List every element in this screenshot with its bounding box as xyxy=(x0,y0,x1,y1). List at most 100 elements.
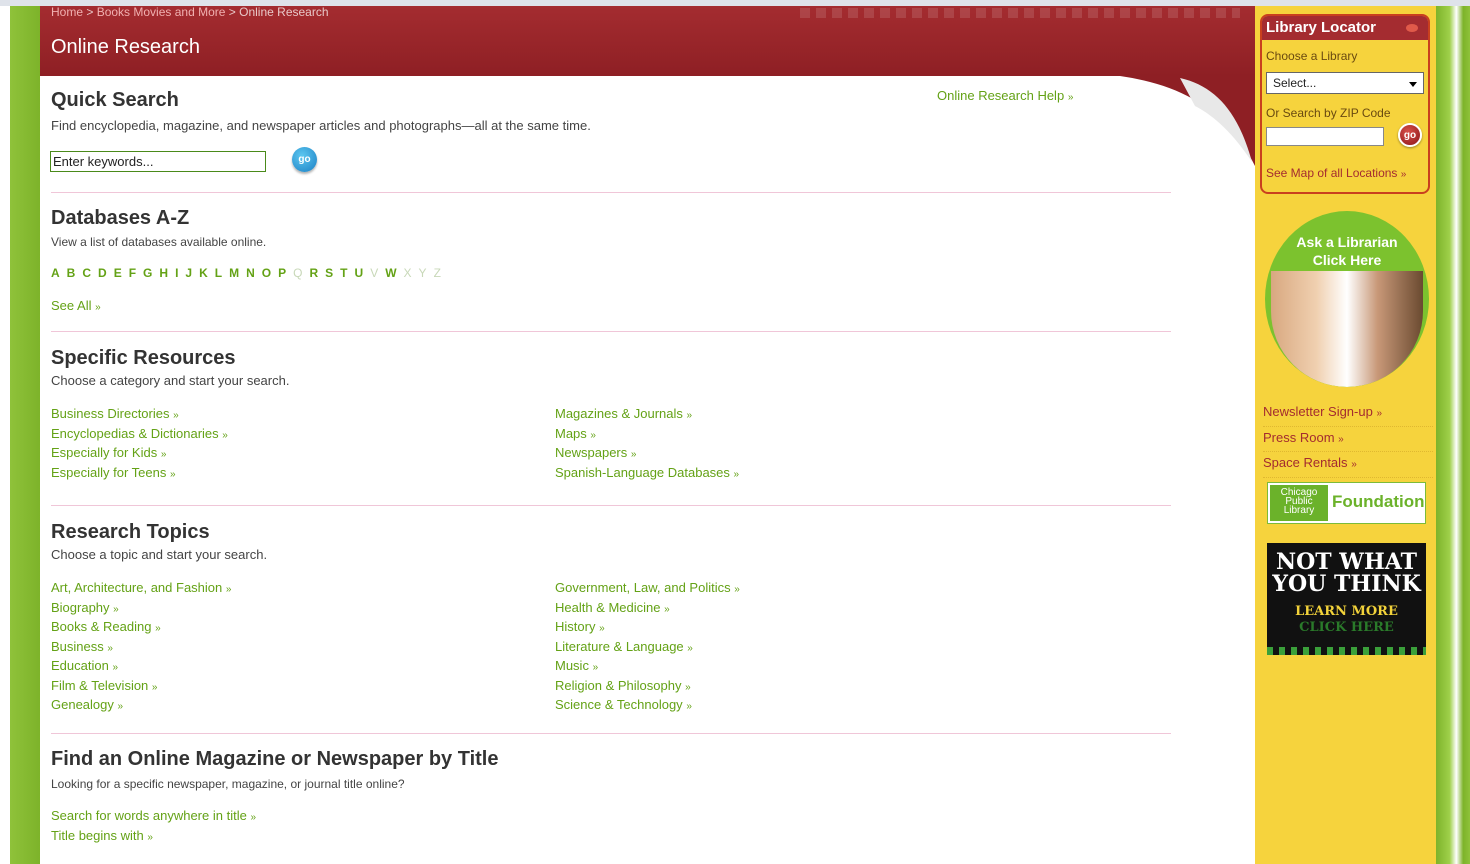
specific-resource-link-3[interactable]: Especially for Teens » xyxy=(51,464,228,484)
find-by-title-title: Find an Online Magazine or Newspaper by … xyxy=(51,748,499,770)
specific-resource-link-0[interactable]: Business Directories » xyxy=(51,405,228,425)
letter-k-link[interactable]: K xyxy=(199,266,208,280)
letter-w-link[interactable]: W xyxy=(385,266,396,280)
library-select-value: Select... xyxy=(1273,76,1317,90)
letter-b-link[interactable]: B xyxy=(67,266,76,280)
databases-description: View a list of databases available onlin… xyxy=(51,235,267,249)
specific-resources-left-list: Business Directories » Encyclopedias & Di… xyxy=(51,405,228,483)
research-topic-link-1[interactable]: Biography » xyxy=(51,599,231,619)
header-pattern xyxy=(800,8,1240,18)
library-select[interactable]: Select... xyxy=(1266,72,1424,94)
zip-code-label: Or Search by ZIP Code xyxy=(1266,106,1391,120)
specific-resource-link-2[interactable]: Especially for Kids » xyxy=(51,444,228,464)
letter-m-link[interactable]: M xyxy=(229,266,239,280)
chevron-down-icon xyxy=(1409,82,1417,87)
section-divider xyxy=(51,733,1171,734)
research-topic-link-0[interactable]: Art, Architecture, and Fashion » xyxy=(51,579,231,599)
sidebar-link-2[interactable]: Space Rentals » xyxy=(1263,452,1433,478)
not-what-you-think-banner[interactable]: NOT WHAT YOU THINK LEARN MORE CLICK HERE xyxy=(1267,543,1426,655)
find-by-title-description: Looking for a specific newspaper, magazi… xyxy=(51,777,405,791)
letter-v-link: V xyxy=(370,266,379,280)
research-topic-link-right-5[interactable]: Religion & Philosophy » xyxy=(555,677,740,697)
ask-a-librarian-text: Ask a Librarian Click Here xyxy=(1265,233,1429,269)
chicago-public-library-logo: Chicago Public Library xyxy=(1270,485,1328,521)
research-topic-link-6[interactable]: Genealogy » xyxy=(51,696,231,716)
specific-resources-section: Specific Resources Choose a category and… xyxy=(51,346,1171,389)
research-topic-link-3[interactable]: Business » xyxy=(51,638,231,658)
research-topics-left-list: Art, Architecture, and Fashion » Biograph… xyxy=(51,579,231,716)
zip-go-button[interactable]: go xyxy=(1398,123,1422,147)
letter-p-link[interactable]: P xyxy=(278,266,286,280)
alphabet-index: ABCDEFGHIJKLMNOPQRSTUVWXYZ xyxy=(51,266,448,280)
find-by-title-link-1[interactable]: Title begins with » xyxy=(51,827,256,847)
specific-resource-link-right-0[interactable]: Magazines & Journals » xyxy=(555,405,739,425)
foundation-banner[interactable]: Chicago Public Library Foundation xyxy=(1267,482,1426,524)
letter-u-link[interactable]: U xyxy=(355,266,364,280)
specific-resource-link-1[interactable]: Encyclopedias & Dictionaries » xyxy=(51,425,228,445)
letter-a-link[interactable]: A xyxy=(51,266,60,280)
letter-r-link[interactable]: R xyxy=(309,266,318,280)
research-topic-link-right-4[interactable]: Music » xyxy=(555,657,740,677)
letter-c-link[interactable]: C xyxy=(82,266,91,280)
letter-s-link[interactable]: S xyxy=(325,266,333,280)
research-topic-link-2[interactable]: Books & Reading » xyxy=(51,618,231,638)
breadcrumb-separator: > xyxy=(83,5,97,19)
breadcrumb-separator: > xyxy=(225,5,240,19)
letter-y-link: Y xyxy=(418,266,427,280)
right-decorative-bar xyxy=(1436,6,1470,864)
ask-line-2: Click Here xyxy=(1312,252,1382,268)
page-header: Home > Books Movies and More > Online Re… xyxy=(40,5,1255,76)
research-topic-link-right-6[interactable]: Science & Technology » xyxy=(555,696,740,716)
letter-t-link[interactable]: T xyxy=(340,266,347,280)
page-title: Online Research xyxy=(51,36,200,58)
zip-code-input[interactable] xyxy=(1266,127,1384,146)
find-by-title-section: Find an Online Magazine or Newspaper by … xyxy=(51,747,1171,792)
research-topic-link-right-1[interactable]: Health & Medicine » xyxy=(555,599,740,619)
find-by-title-link-0[interactable]: Search for words anywhere in title » xyxy=(51,807,256,827)
location-pin-icon xyxy=(1406,24,1418,32)
research-topic-link-right-0[interactable]: Government, Law, and Politics » xyxy=(555,579,740,599)
letter-i-link[interactable]: I xyxy=(175,266,178,280)
letter-d-link[interactable]: D xyxy=(98,266,107,280)
keyword-search-input[interactable] xyxy=(50,151,266,172)
letter-n-link[interactable]: N xyxy=(246,266,255,280)
quick-search-section: Quick Search Find encyclopedia, magazine… xyxy=(51,88,1171,134)
section-divider xyxy=(51,192,1171,193)
specific-resource-link-right-2[interactable]: Newspapers » xyxy=(555,444,739,464)
research-topics-title: Research Topics xyxy=(51,521,210,543)
research-topics-section: Research Topics Choose a topic and start… xyxy=(51,520,1171,563)
nwyt-learn-more: LEARN MORE xyxy=(1295,604,1398,619)
see-all-databases-link[interactable]: See All » xyxy=(51,297,101,317)
research-topic-link-4[interactable]: Education » xyxy=(51,657,231,677)
letter-o-link[interactable]: O xyxy=(262,266,271,280)
specific-resource-link-right-3[interactable]: Spanish-Language Databases » xyxy=(555,464,739,484)
breadcrumb-home[interactable]: Home xyxy=(51,5,83,19)
ask-a-librarian-banner[interactable]: Ask a Librarian Click Here xyxy=(1265,211,1429,387)
sidebar-link-0[interactable]: Newsletter Sign-up » xyxy=(1263,401,1433,427)
letter-e-link[interactable]: E xyxy=(114,266,122,280)
letter-h-link[interactable]: H xyxy=(159,266,168,280)
librarian-photo xyxy=(1271,271,1423,387)
research-topic-link-right-3[interactable]: Literature & Language » xyxy=(555,638,740,658)
letter-j-link[interactable]: J xyxy=(185,266,192,280)
library-locator-title: Library Locator xyxy=(1266,19,1377,36)
quick-search-description: Find encyclopedia, magazine, and newspap… xyxy=(51,118,591,133)
library-locator-header: Library Locator xyxy=(1262,16,1428,40)
letter-g-link[interactable]: G xyxy=(143,266,152,280)
sidebar-link-1[interactable]: Press Room » xyxy=(1263,427,1433,452)
find-by-title-links: Search for words anywhere in title » Titl… xyxy=(51,807,256,846)
research-topics-right-list: Government, Law, and Politics » Health & … xyxy=(555,579,740,716)
research-topic-link-5[interactable]: Film & Television » xyxy=(51,677,231,697)
research-topic-link-right-2[interactable]: History » xyxy=(555,618,740,638)
section-divider xyxy=(51,331,1171,332)
breadcrumb: Home > Books Movies and More > Online Re… xyxy=(51,5,329,19)
databases-section: Databases A-Z View a list of databases a… xyxy=(51,206,1171,250)
breadcrumb-books[interactable]: Books Movies and More xyxy=(97,5,226,19)
specific-resource-link-right-1[interactable]: Maps » xyxy=(555,425,739,445)
letter-f-link[interactable]: F xyxy=(129,266,136,280)
sidebar-links: Newsletter Sign-up » Press Room » Space Re… xyxy=(1263,401,1433,478)
specific-resources-title: Specific Resources xyxy=(51,347,236,369)
quick-search-go-button[interactable]: go xyxy=(292,147,317,172)
letter-l-link[interactable]: L xyxy=(215,266,222,280)
see-map-link[interactable]: See Map of all Locations » xyxy=(1266,166,1406,180)
